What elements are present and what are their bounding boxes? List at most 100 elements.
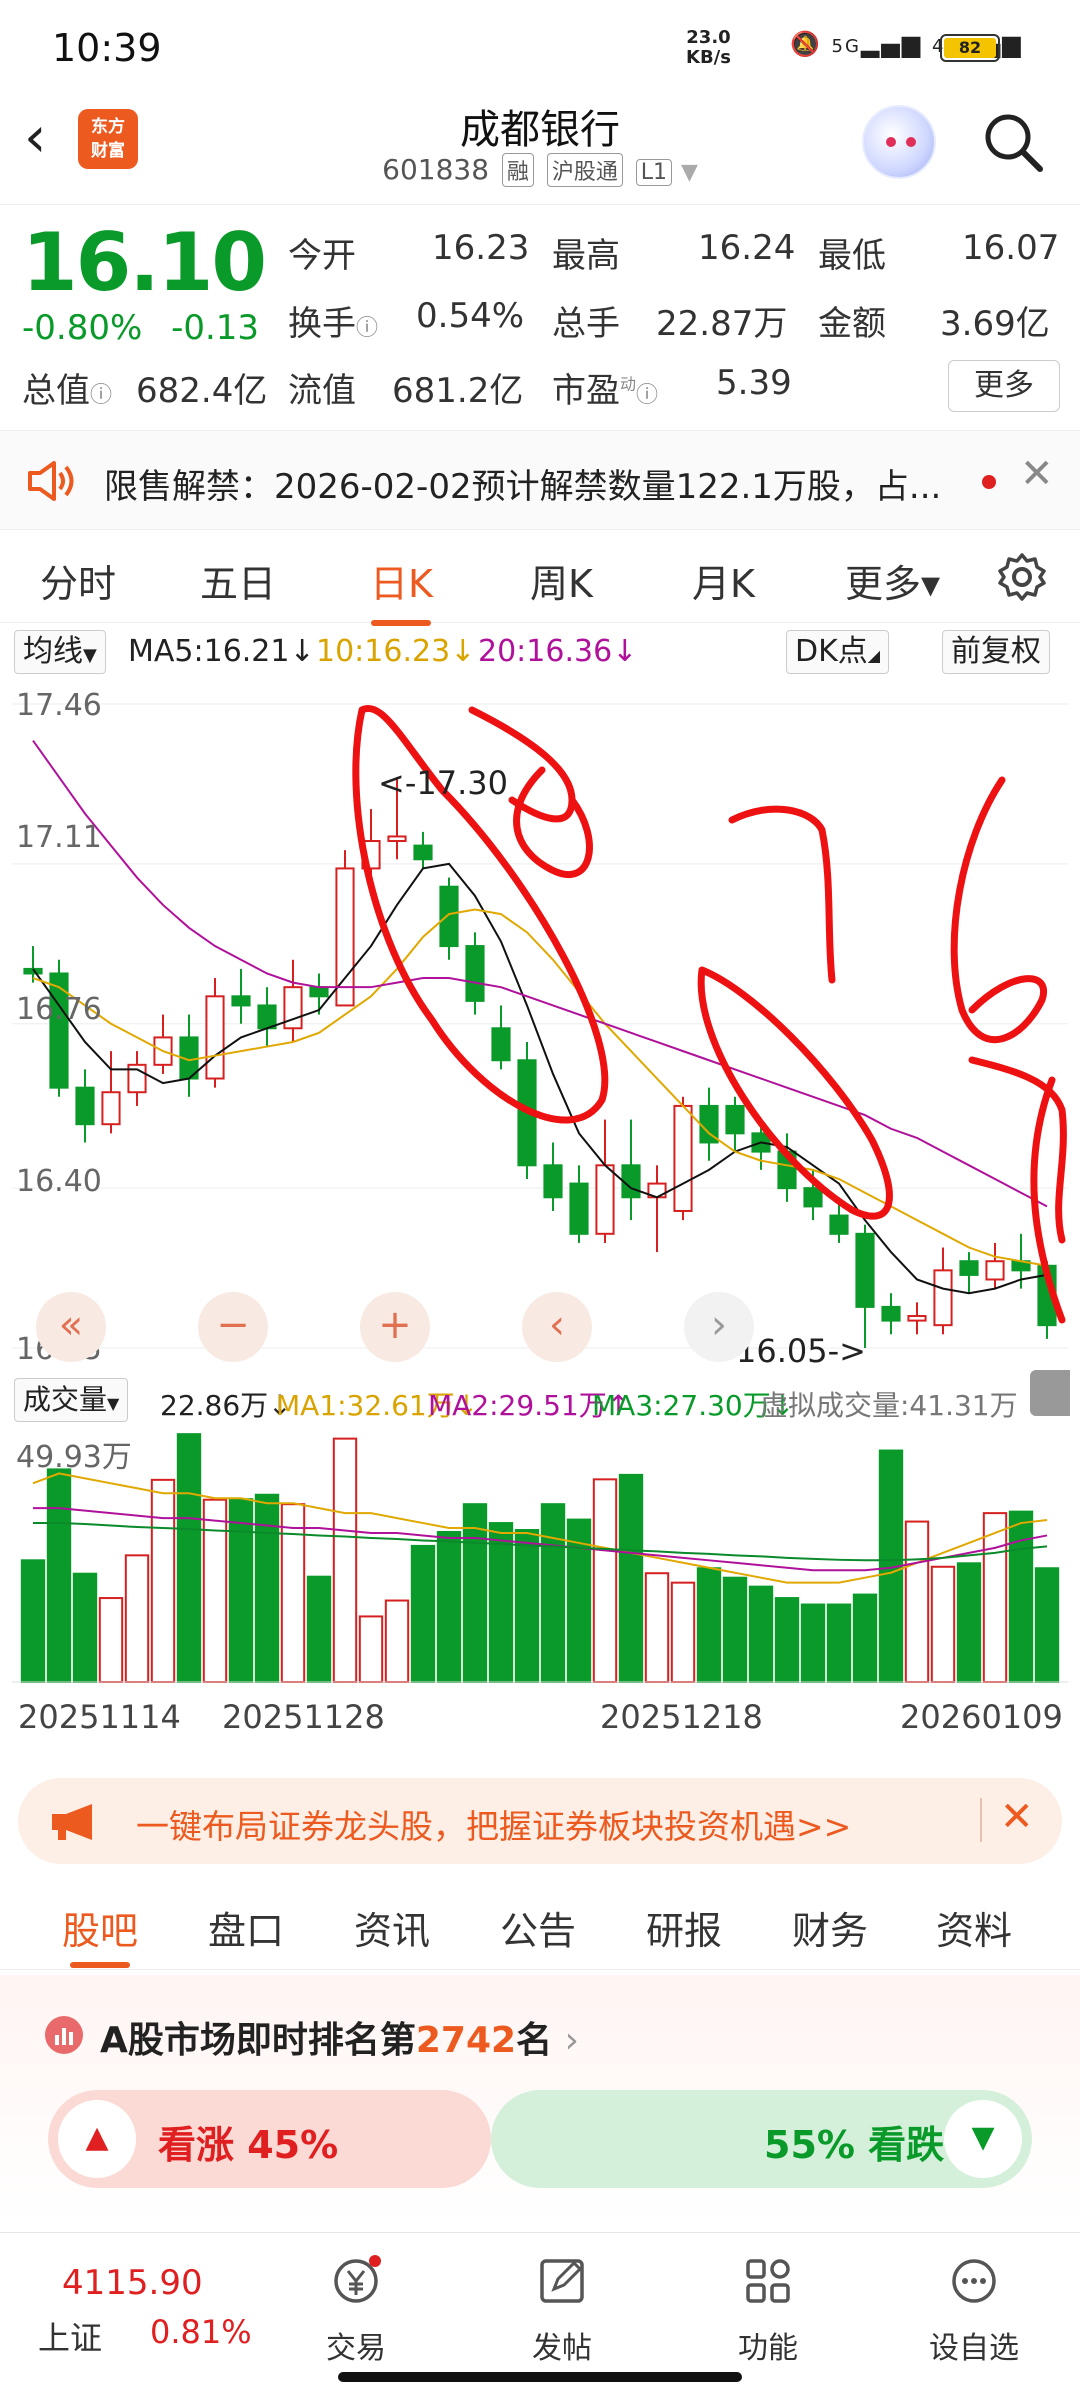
ma10-line [32, 908, 1048, 1267]
index-value[interactable]: 4115.90 [62, 2263, 203, 2303]
ma-legend: 均线▼ MA5:16.21↓ 10:16.23↓ 20:16.36↓ DK点◢ … [14, 630, 1074, 676]
kline-chart[interactable]: 17.46 17.11 16.76 16.40 16.05 <-17.30 16… [12, 680, 1070, 1416]
candle [673, 1096, 693, 1221]
volume-chart[interactable]: 49.93万 [12, 1430, 1068, 1688]
turnover-label[interactable]: 换手ⓘ [288, 296, 378, 345]
notice-bar[interactable]: 限售解禁：2026-02-02预计解禁数量122.1万股，占... ✕ [0, 430, 1080, 530]
volume-bar [254, 1493, 280, 1683]
tab-daily-k[interactable]: 日K [370, 553, 433, 626]
volume-current: 22.86万↓ [160, 1389, 292, 1422]
high-value: 16.24 [698, 228, 796, 268]
volume-bar [202, 1498, 228, 1683]
date-label-1: 20251114 [18, 1698, 181, 1736]
nav-post[interactable]: 发帖 [502, 2253, 622, 2367]
vote-down-label[interactable]: 55% 看跌 [764, 2114, 944, 2169]
section-tabs: 股吧 盘口 资讯 公告 研报 财务 资料 [0, 1880, 1080, 1970]
more-button[interactable]: 更多 [948, 360, 1060, 412]
megaphone-icon [52, 1804, 92, 1840]
candle [543, 1142, 563, 1211]
stock-header: ‹ 东方 财富 成都银行 601838 融 沪股通 L1 ▼ [0, 95, 1080, 205]
amount-value: 3.69亿 [940, 304, 1050, 344]
unread-dot [982, 475, 996, 489]
tab-profile[interactable]: 资料 [936, 1900, 1012, 1955]
pe-label[interactable]: 市盈动ⓘ [552, 363, 658, 412]
tab-news[interactable]: 资讯 [354, 1900, 430, 1955]
amount-label: 金额 [818, 304, 886, 344]
promo-banner[interactable]: 一键布局证券龙头股，把握证券板块投资机遇>> ✕ [18, 1778, 1062, 1864]
tab-financials[interactable]: 财务 [792, 1900, 868, 1955]
date-label-3: 20251218 [600, 1698, 763, 1736]
low-label: 最低 [818, 236, 886, 276]
tab-weekly-k[interactable]: 周K [530, 553, 593, 608]
volume-bar [1008, 1510, 1034, 1683]
vote-down-button[interactable]: ▼ [944, 2100, 1022, 2178]
volume-bar [592, 1478, 618, 1684]
tab-more[interactable]: 更多▾ [845, 553, 940, 608]
banner-close-icon[interactable]: ✕ [1000, 1794, 1034, 1840]
volume-bar [826, 1603, 852, 1683]
date-label-2: 20251128 [222, 1698, 385, 1736]
open-label: 今开 [288, 236, 356, 276]
sentiment-vote-bar: ▲ 看涨 45% 55% 看跌 ▼ [48, 2090, 1032, 2188]
candle [413, 831, 433, 869]
assistant-robot-icon[interactable] [862, 105, 936, 179]
date-axis: 20251114 20251128 20251218 20260109 [0, 1698, 1080, 1744]
ma20-line [32, 739, 1048, 1208]
index-change[interactable]: 0.81% [150, 2313, 252, 2351]
volume-bar [150, 1478, 176, 1683]
indicator-selector[interactable]: 均线▼ [14, 630, 106, 674]
volume-bar [488, 1522, 514, 1683]
nav-functions[interactable]: 功能 [708, 2253, 828, 2367]
dk-point-button[interactable]: DK点◢ [786, 630, 890, 674]
tab-orderbook[interactable]: 盘口 [208, 1900, 284, 1955]
candle [907, 1302, 927, 1335]
search-icon[interactable] [980, 109, 1046, 175]
tab-forum[interactable]: 股吧 [62, 1900, 138, 1968]
signal-5g: 5G [831, 36, 861, 57]
banner-text: 一键布局证券龙头股，把握证券板块投资机遇>> [136, 1807, 852, 1846]
scroll-right-icon[interactable]: › [684, 1292, 754, 1362]
volume-bar [904, 1520, 930, 1683]
tab-intraday[interactable]: 分时 [40, 553, 116, 608]
adjust-button[interactable]: 前复权 [942, 630, 1050, 674]
scroll-left-icon[interactable]: ‹ [522, 1292, 592, 1362]
candle [569, 1165, 589, 1243]
index-name[interactable]: 上证 [38, 2313, 102, 2359]
tab-announcements[interactable]: 公告 [500, 1900, 576, 1955]
y-label-1: 17.46 [16, 688, 102, 723]
close-icon[interactable]: ✕ [1020, 451, 1054, 497]
volume-bar [72, 1572, 98, 1684]
candle [49, 959, 69, 1097]
tab-research[interactable]: 研报 [646, 1900, 722, 1955]
nav-trade[interactable]: 交易 [296, 2253, 416, 2367]
tag-level[interactable]: L1 [635, 159, 673, 186]
tab-monthly-k[interactable]: 月K [692, 553, 755, 608]
change-percent: -0.80% [22, 308, 143, 348]
home-indicator [338, 2372, 742, 2382]
dropdown-caret-icon[interactable]: ▼ [681, 160, 698, 185]
nav-add-watchlist[interactable]: 设自选 [914, 2253, 1034, 2367]
zoom-in-icon[interactable]: + [360, 1292, 430, 1362]
tag-margin: 融 [501, 153, 534, 187]
settings-gear-icon[interactable] [996, 551, 1048, 603]
open-value: 16.23 [432, 228, 530, 268]
volume-bar [852, 1593, 878, 1684]
volume-bar [410, 1544, 436, 1683]
volume-bar [46, 1468, 72, 1683]
period-tabs: 分时 五日 日K 周K 月K 更多▾ [0, 535, 1080, 626]
tab-5day[interactable]: 五日 [200, 553, 276, 608]
volume-bar [618, 1473, 644, 1683]
mktcap-label[interactable]: 总值ⓘ [22, 363, 112, 412]
volume-bar [800, 1603, 826, 1683]
date-label-4: 20260109 [900, 1698, 1063, 1736]
more-dots-icon [952, 2259, 996, 2303]
volume-value: 22.87万 [656, 304, 788, 344]
scroll-left-fast-icon[interactable]: « [36, 1292, 106, 1362]
candle [933, 1247, 953, 1335]
volume-selector[interactable]: 成交量▼ [14, 1378, 129, 1422]
vote-up-button[interactable]: ▲ [58, 2100, 136, 2178]
vote-up-label[interactable]: 看涨 45% [158, 2114, 338, 2169]
zoom-out-icon[interactable]: − [198, 1292, 268, 1362]
ranking-title[interactable]: A股市场即时排名第2742名 › [100, 2011, 579, 2063]
candle [283, 959, 303, 1042]
